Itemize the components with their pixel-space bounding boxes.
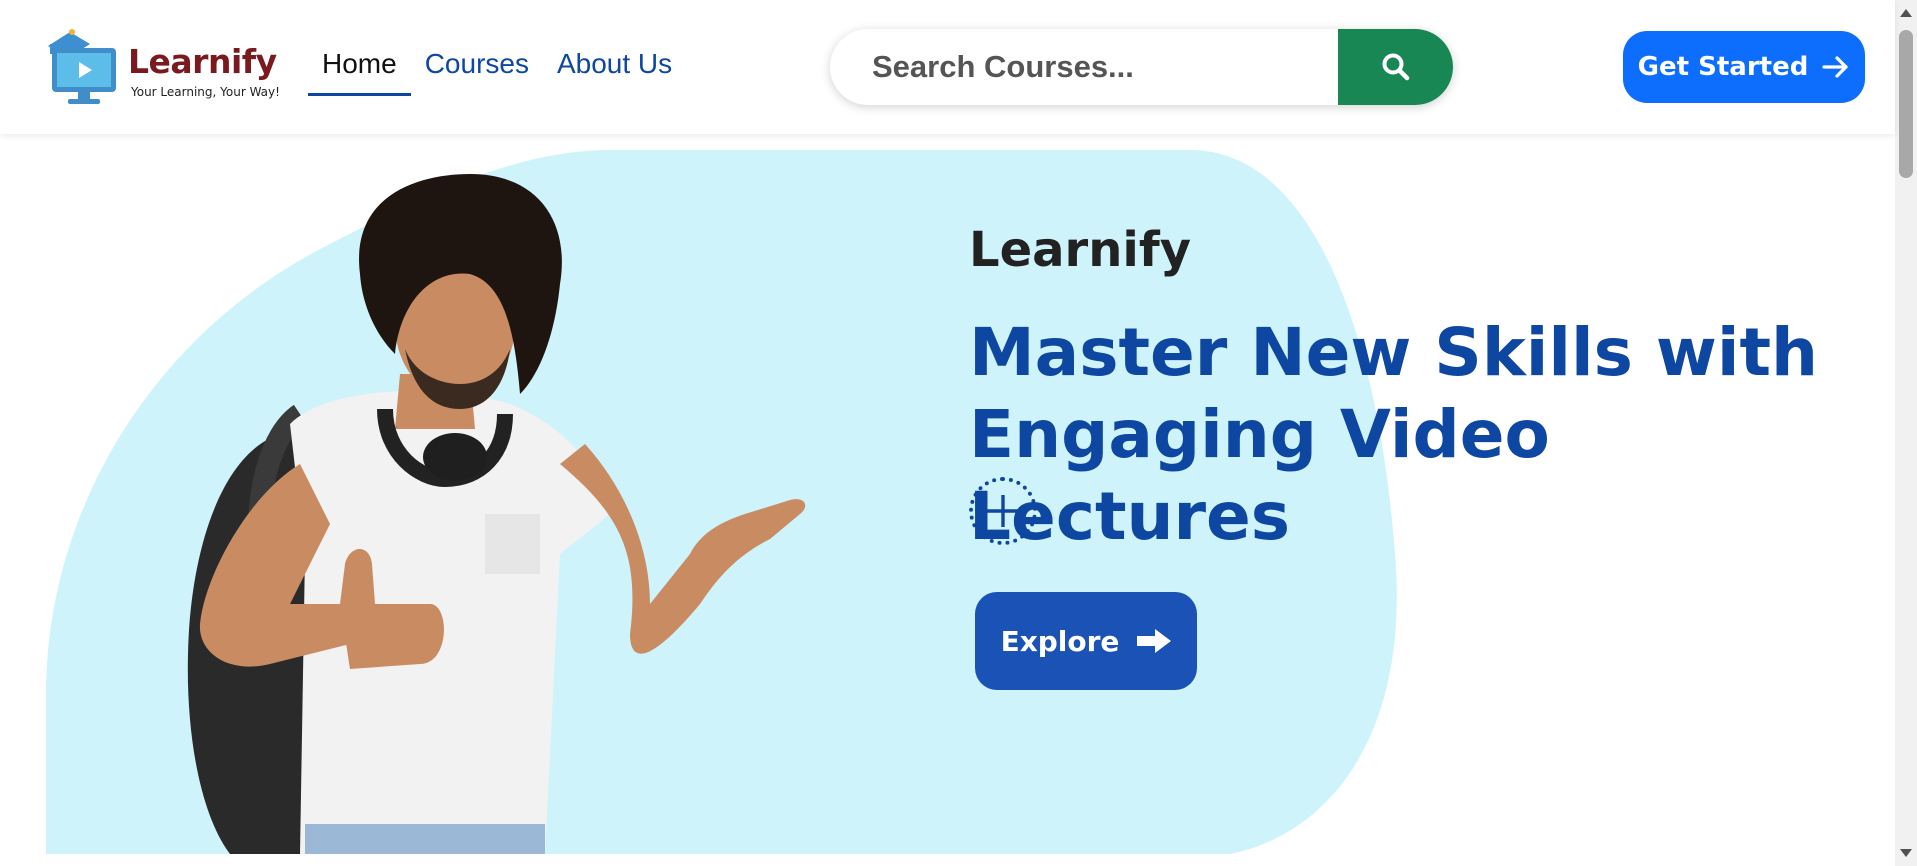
search-bar xyxy=(830,29,1453,105)
site-header: Learnify Your Learning, Your Way! Home C… xyxy=(0,0,1895,134)
nav-home[interactable]: Home xyxy=(308,48,411,96)
page-scrollbar[interactable] xyxy=(1895,0,1917,866)
hero-brand: Learnify xyxy=(969,222,1191,278)
get-started-button[interactable]: Get Started xyxy=(1623,31,1865,103)
explore-button[interactable]: Explore xyxy=(975,592,1197,690)
explore-label: Explore xyxy=(1000,624,1120,658)
nav-courses[interactable]: Courses xyxy=(411,48,543,96)
arrow-right-bold-icon xyxy=(1137,629,1172,653)
search-input[interactable] xyxy=(830,29,1338,105)
plus-icon xyxy=(987,495,1019,527)
logo-name: Learnify xyxy=(128,42,277,81)
monitor-logo-icon xyxy=(48,29,116,104)
plus-circle-icon xyxy=(969,477,1037,545)
hero-headline: Master New Skills with Engaging Video Le… xyxy=(969,314,1818,555)
scroll-up-arrow-icon[interactable] xyxy=(1899,6,1913,20)
get-started-label: Get Started xyxy=(1637,52,1809,82)
search-icon xyxy=(1382,53,1409,81)
search-button[interactable] xyxy=(1338,29,1453,105)
scroll-thumb[interactable] xyxy=(1899,30,1913,178)
main-nav: Home Courses About Us xyxy=(308,48,686,96)
arrow-right-icon xyxy=(1822,56,1848,78)
logo-tagline: Your Learning, Your Way! xyxy=(131,85,280,99)
scroll-down-arrow-icon[interactable] xyxy=(1899,846,1913,860)
nav-about-us[interactable]: About Us xyxy=(543,48,686,96)
logo[interactable]: Learnify Your Learning, Your Way! xyxy=(44,26,284,106)
